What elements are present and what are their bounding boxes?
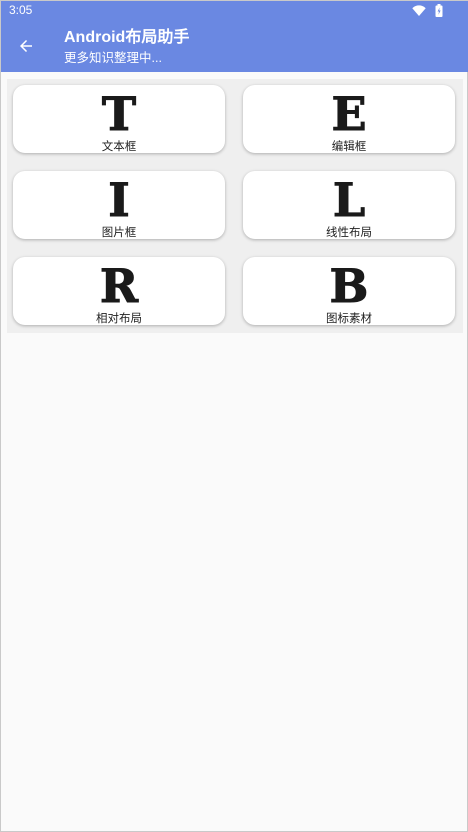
status-time: 3:05 — [9, 3, 33, 17]
back-button[interactable] — [13, 33, 39, 59]
layout-grid: T 文本框 E 编辑框 I 图片框 L 线性布局 R 相对布局 B 图标素材 — [7, 79, 463, 333]
svg-text:R: R — [100, 261, 139, 307]
card-label: 图片框 — [101, 225, 137, 239]
svg-text:B: B — [330, 261, 369, 307]
letter-t-icon: T — [101, 89, 136, 135]
letter-l-icon: L — [332, 175, 365, 221]
letter-i-icon: I — [108, 175, 131, 221]
card-label: 文本框 — [101, 139, 137, 153]
card-relative-layout[interactable]: R 相对布局 — [13, 257, 225, 325]
status-icons — [412, 4, 443, 18]
card-label: 相对布局 — [96, 311, 142, 325]
svg-text:I: I — [108, 175, 130, 221]
card-linear-layout[interactable]: L 线性布局 — [243, 171, 455, 239]
letter-b-icon: B — [329, 261, 369, 307]
app-window: 3:05 Android布局助手 更多知识整理中... T 文本框 E 编辑框 … — [0, 0, 468, 832]
battery-icon — [435, 4, 443, 17]
card-label: 图标素材 — [326, 311, 372, 325]
card-label: 线性布局 — [326, 225, 372, 239]
card-icon-assets[interactable]: B 图标素材 — [243, 257, 455, 325]
svg-text:L: L — [333, 175, 365, 221]
card-label: 编辑框 — [331, 139, 367, 153]
app-bar: Android布局助手 更多知识整理中... — [1, 21, 468, 72]
letter-e-icon: E — [331, 89, 367, 135]
card-edit-text[interactable]: E 编辑框 — [243, 85, 455, 153]
arrow-left-icon — [20, 40, 32, 52]
wifi-icon — [412, 5, 426, 17]
card-text-view[interactable]: T 文本框 — [13, 85, 225, 153]
letter-r-icon: R — [99, 261, 139, 307]
svg-text:T: T — [102, 89, 136, 135]
svg-text:E: E — [331, 89, 366, 135]
page-subtitle: 更多知识整理中... — [64, 51, 162, 65]
status-bar: 3:05 — [1, 1, 468, 21]
page-title: Android布局助手 — [64, 29, 190, 46]
card-image-view[interactable]: I 图片框 — [13, 171, 225, 239]
